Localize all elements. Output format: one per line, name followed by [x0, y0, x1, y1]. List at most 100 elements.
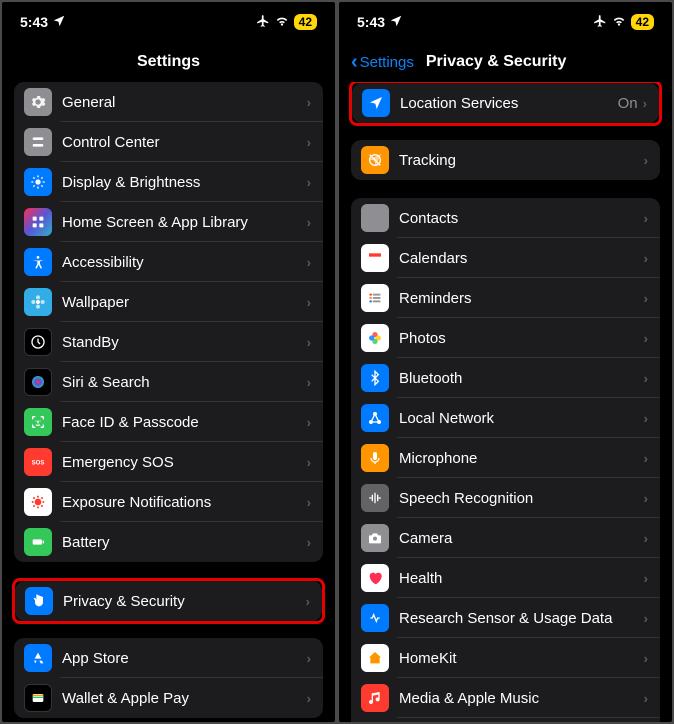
virus-icon [24, 488, 52, 516]
row-privacy-security[interactable]: Privacy & Security› [15, 581, 322, 621]
chevron-right-icon: › [307, 95, 311, 110]
row-label: Camera [399, 530, 644, 547]
row-emergency-sos[interactable]: SOSEmergency SOS› [14, 442, 323, 482]
row-label: Photos [399, 330, 644, 347]
chevron-right-icon: › [307, 455, 311, 470]
row-research-sensor-usage-data[interactable]: Research Sensor & Usage Data› [351, 598, 660, 638]
chevron-right-icon: › [307, 295, 311, 310]
row-label: Home Screen & App Library [62, 214, 307, 231]
row-label: Privacy & Security [63, 593, 306, 610]
privacy-list[interactable]: Location ServicesOn›Tracking›Contacts›Ca… [339, 82, 672, 722]
row-media-apple-music[interactable]: Media & Apple Music› [351, 678, 660, 718]
chevron-right-icon: › [644, 491, 648, 506]
row-battery[interactable]: Battery› [14, 522, 323, 562]
back-button[interactable]: ‹ Settings [351, 52, 414, 72]
row-siri-search[interactable]: Siri & Search› [14, 362, 323, 402]
row-label: Reminders [399, 290, 644, 307]
row-label: Bluetooth [399, 370, 644, 387]
clock-icon [24, 328, 52, 356]
battery-icon [24, 528, 52, 556]
settings-group: App Store›Wallet & Apple Pay› [14, 638, 323, 718]
wifi-icon [275, 14, 289, 31]
row-wallpaper[interactable]: Wallpaper› [14, 282, 323, 322]
row-home-screen-app-library[interactable]: Home Screen & App Library› [14, 202, 323, 242]
row-location-services[interactable]: Location ServicesOn› [352, 83, 659, 123]
row-camera[interactable]: Camera› [351, 518, 660, 558]
airplane-mode-icon [593, 14, 607, 31]
appstore-icon [24, 644, 52, 672]
highlight-annotation: Privacy & Security› [12, 578, 325, 624]
row-local-network[interactable]: Local Network› [351, 398, 660, 438]
chevron-right-icon: › [307, 651, 311, 666]
row-app-store[interactable]: App Store› [14, 638, 323, 678]
row-contacts[interactable]: Contacts› [351, 198, 660, 238]
row-exposure-notifications[interactable]: Exposure Notifications› [14, 482, 323, 522]
row-label: Microphone [399, 450, 644, 467]
row-wallet-apple-pay[interactable]: Wallet & Apple Pay› [14, 678, 323, 718]
status-time: 5:43 [20, 14, 48, 30]
row-label: Exposure Notifications [62, 494, 307, 511]
chevron-right-icon: › [307, 255, 311, 270]
faceid-icon [24, 408, 52, 436]
row-microphone[interactable]: Microphone› [351, 438, 660, 478]
chevron-right-icon: › [307, 375, 311, 390]
battery-badge: 42 [631, 14, 654, 30]
wallet-icon [24, 684, 52, 712]
row-label: Face ID & Passcode [62, 414, 307, 431]
row-value: On [618, 95, 638, 112]
siri-icon [24, 368, 52, 396]
chevron-right-icon: › [307, 215, 311, 230]
row-speech-recognition[interactable]: Speech Recognition› [351, 478, 660, 518]
row-general[interactable]: General› [14, 82, 323, 122]
row-label: Calendars [399, 250, 644, 267]
row-tracking[interactable]: Tracking› [351, 140, 660, 180]
settings-group: Contacts›Calendars›Reminders›Photos›Blue… [351, 198, 660, 722]
row-accessibility[interactable]: Accessibility› [14, 242, 323, 282]
row-face-id-passcode[interactable]: Face ID & Passcode› [14, 402, 323, 442]
row-label: Media & Apple Music [399, 690, 644, 707]
chevron-right-icon: › [644, 291, 648, 306]
flower-icon [24, 288, 52, 316]
row-label: General [62, 94, 307, 111]
row-label: Speech Recognition [399, 490, 644, 507]
row-label: Research Sensor & Usage Data [399, 610, 644, 627]
chevron-right-icon: › [644, 211, 648, 226]
row-label: Health [399, 570, 644, 587]
privacy-screen: 5:43 42 ‹ Settings Privacy & Security Lo… [339, 2, 672, 722]
gear-icon [24, 88, 52, 116]
row-label: Wallpaper [62, 294, 307, 311]
row-bluetooth[interactable]: Bluetooth› [351, 358, 660, 398]
row-homekit[interactable]: HomeKit› [351, 638, 660, 678]
row-calendars[interactable]: Calendars› [351, 238, 660, 278]
chevron-right-icon: › [644, 451, 648, 466]
row-label: App Store [62, 650, 307, 667]
row-label: Local Network [399, 410, 644, 427]
row-display-brightness[interactable]: Display & Brightness› [14, 162, 323, 202]
highlight-annotation: Location ServicesOn› [349, 82, 662, 126]
chevron-right-icon: › [307, 335, 311, 350]
battery-badge: 42 [294, 14, 317, 30]
row-health[interactable]: Health› [351, 558, 660, 598]
settings-list[interactable]: General›Control Center›Display & Brightn… [2, 82, 335, 722]
row-label: Tracking [399, 152, 644, 169]
chevron-right-icon: › [644, 411, 648, 426]
row-files-and-folders[interactable]: Files and Folders› [351, 718, 660, 722]
accessibility-icon [24, 248, 52, 276]
chevron-right-icon: › [644, 691, 648, 706]
nav-header: Settings [2, 42, 335, 82]
calendar-icon [361, 244, 389, 272]
page-title: Privacy & Security [426, 53, 567, 71]
chevron-right-icon: › [644, 331, 648, 346]
row-standby[interactable]: StandBy› [14, 322, 323, 362]
row-photos[interactable]: Photos› [351, 318, 660, 358]
chevron-left-icon: ‹ [351, 52, 358, 72]
row-label: Location Services [400, 95, 618, 112]
row-label: Wallet & Apple Pay [62, 690, 307, 707]
row-control-center[interactable]: Control Center› [14, 122, 323, 162]
photos-icon [361, 324, 389, 352]
nav-header: ‹ Settings Privacy & Security [339, 42, 672, 82]
settings-group: General›Control Center›Display & Brightn… [14, 82, 323, 562]
chevron-right-icon: › [644, 571, 648, 586]
chevron-right-icon: › [644, 371, 648, 386]
row-reminders[interactable]: Reminders› [351, 278, 660, 318]
